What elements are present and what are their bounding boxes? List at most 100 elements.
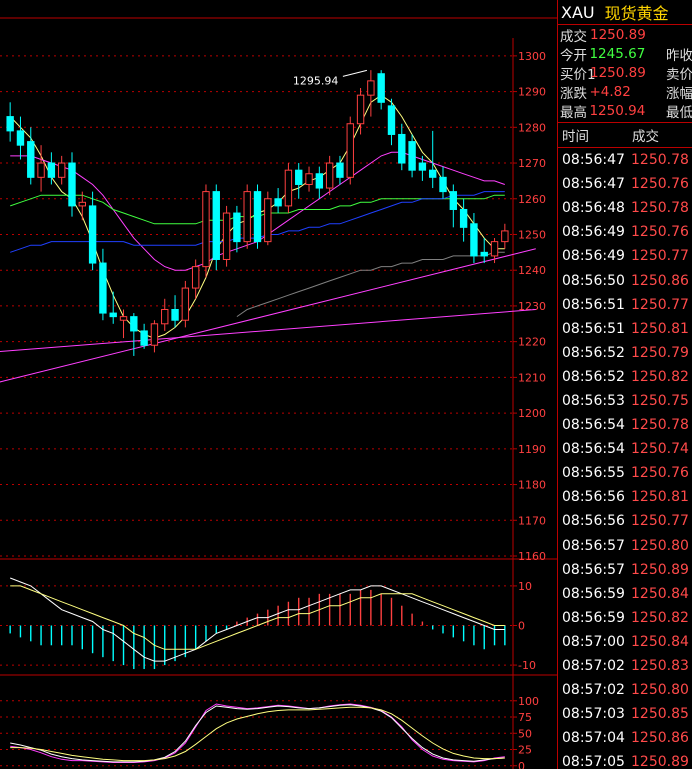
tick-price: 1250.80 xyxy=(631,682,689,699)
candle-body xyxy=(398,133,406,164)
candle-body xyxy=(161,309,169,325)
tick-row: 08:57:02 1250.83 xyxy=(558,654,692,678)
candle-body xyxy=(181,287,190,321)
tick-time: 08:57:05 xyxy=(562,754,625,769)
tick-row: 08:56:52 1250.79 xyxy=(558,341,692,365)
quote-value: 1250.89 xyxy=(590,64,646,81)
candle-body xyxy=(439,176,447,193)
candle-body xyxy=(336,162,344,178)
candle-body xyxy=(367,80,375,96)
tick-row: 08:56:49 1250.77 xyxy=(558,244,692,268)
tick-row: 08:57:04 1250.86 xyxy=(558,726,692,750)
tick-time: 08:56:55 xyxy=(562,465,625,482)
tick-list[interactable]: 08:56:47 1250.78 08:56:47 1250.76 08:56:48 12… xyxy=(558,148,692,769)
tick-row: 08:56:51 1250.77 xyxy=(558,293,692,317)
candle-body xyxy=(222,212,231,260)
tick-price: 1250.74 xyxy=(631,441,689,458)
tick-time: 08:56:52 xyxy=(562,368,625,385)
candle-body xyxy=(408,141,416,171)
quote-label-2: 最低 xyxy=(666,104,692,121)
tick-price: 1250.80 xyxy=(631,537,689,554)
candle-body xyxy=(253,191,262,243)
axis-tick-label: 1250 xyxy=(518,228,546,241)
candle-body xyxy=(47,162,56,178)
tick-row: 08:56:54 1250.74 xyxy=(558,437,692,461)
axis-tick-label: 0 xyxy=(518,620,525,633)
candle-body xyxy=(109,312,117,318)
tick-time: 08:56:56 xyxy=(562,513,625,530)
candle-body xyxy=(150,323,159,346)
candle-body xyxy=(274,198,282,207)
tick-time: 08:56:47 xyxy=(562,176,625,193)
axis-tick-label: 75 xyxy=(518,711,532,724)
axis-tick-label: 100 xyxy=(518,695,539,708)
high-annotation-label: 1295.94 xyxy=(293,74,339,87)
tick-time: 08:56:53 xyxy=(562,392,625,409)
tick-row: 08:56:55 1250.76 xyxy=(558,461,692,485)
candle-body xyxy=(305,173,313,185)
moving-average-line xyxy=(236,251,505,318)
axis-tick-label: 1160 xyxy=(518,550,546,563)
tick-row: 08:57:00 1250.84 xyxy=(558,630,692,654)
chart-area[interactable]: 1160 1170 1180 1190 1200 1210 1220 1230 1240 1250… xyxy=(0,0,557,769)
tick-price: 1250.78 xyxy=(631,200,689,217)
candle-body xyxy=(130,316,138,332)
candle-body xyxy=(37,162,45,178)
tick-price: 1250.89 xyxy=(631,561,689,578)
candle-body xyxy=(501,230,509,243)
axis-tick-label: 1190 xyxy=(518,443,546,456)
tick-row: 08:56:59 1250.82 xyxy=(558,606,692,630)
tick-time: 08:56:49 xyxy=(562,224,625,241)
tick-price: 1250.84 xyxy=(631,633,689,650)
quote-rows: 成交 1250.89 今开 1245.67 昨收 买价1 1250.89 卖价 涨跌 +4.82 涨… xyxy=(558,25,692,121)
quote-label: 今开 xyxy=(560,47,587,64)
tick-row: 08:56:52 1250.82 xyxy=(558,365,692,389)
tick-row: 08:56:47 1250.78 xyxy=(558,148,692,172)
tick-header-price: 成交 xyxy=(632,129,659,145)
candle-body xyxy=(325,162,334,189)
candle-body xyxy=(459,208,468,228)
candle-body xyxy=(16,130,25,146)
tick-price: 1250.76 xyxy=(631,176,689,193)
quote-label-2: 昨收 xyxy=(666,47,692,64)
tick-price: 1250.77 xyxy=(631,296,689,313)
candle-body xyxy=(449,191,458,210)
quote-label: 成交 xyxy=(560,28,587,45)
tick-price: 1250.77 xyxy=(631,248,689,265)
tick-time: 08:56:47 xyxy=(562,152,625,169)
quote-value: 1250.89 xyxy=(590,26,646,43)
axis-tick-label: 1260 xyxy=(518,193,546,206)
trend-line xyxy=(0,248,536,383)
tick-time: 08:56:48 xyxy=(562,200,625,217)
axis-tick-label: 1280 xyxy=(518,121,546,134)
tick-price: 1250.78 xyxy=(631,152,689,169)
tick-row: 08:57:03 1250.85 xyxy=(558,702,692,726)
candle-body xyxy=(212,191,220,260)
axis-tick-label: 10 xyxy=(518,580,532,593)
candle-body xyxy=(295,169,303,185)
quote-label: 买价1 xyxy=(560,66,596,83)
tick-row: 08:56:57 1250.89 xyxy=(558,558,692,582)
candle-body xyxy=(119,316,128,321)
tick-price: 1250.86 xyxy=(631,272,689,289)
quote-label-2: 卖价 xyxy=(666,66,692,83)
candle-body xyxy=(418,162,427,171)
quote-row: 买价1 1250.89 卖价 xyxy=(558,63,692,83)
quote-row: 成交 1250.89 xyxy=(558,25,692,45)
symbol-code: XAU xyxy=(561,2,595,22)
candle-body xyxy=(284,169,293,207)
chart-svg: 1160117011801190120012101220123012401250… xyxy=(0,17,557,769)
candle-body xyxy=(429,169,437,178)
tick-price: 1250.78 xyxy=(631,417,689,434)
axis-tick-label: 1290 xyxy=(518,86,546,99)
tick-row: 08:56:57 1250.80 xyxy=(558,534,692,558)
quote-value: 1250.94 xyxy=(589,102,646,119)
tick-time: 08:56:59 xyxy=(562,609,625,626)
candle-body xyxy=(490,241,499,257)
tick-price: 1250.82 xyxy=(631,368,689,385)
tick-time: 08:57:00 xyxy=(562,633,625,650)
tick-price: 1250.84 xyxy=(631,585,689,602)
axis-tick-label: 0 xyxy=(518,760,525,769)
axis-tick-label: 1180 xyxy=(518,479,546,492)
tick-row: 08:56:56 1250.77 xyxy=(558,509,692,533)
